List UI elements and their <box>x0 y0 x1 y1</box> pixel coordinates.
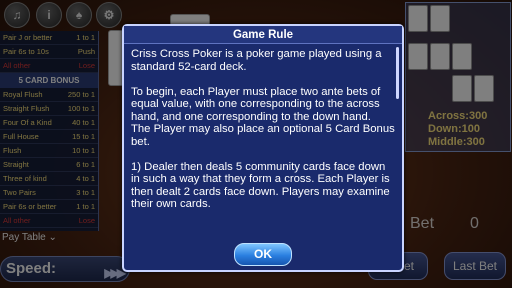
rule-paragraph: Criss Cross Poker is a poker game played… <box>131 48 382 73</box>
ok-button[interactable]: OK <box>234 243 292 266</box>
rule-paragraph: The Player may also place an optional 5 … <box>131 123 395 148</box>
dialog-title: Game Rule <box>232 29 294 41</box>
scrollbar[interactable] <box>396 47 399 99</box>
rule-paragraph: To begin, each Player must place two ant… <box>131 85 381 123</box>
rule-paragraph: 1) Dealer then deals 5 community cards f… <box>131 160 390 211</box>
game-rule-dialog: Game Rule Criss Cross Poker is a poker g… <box>122 24 404 272</box>
rules-scroll-area[interactable]: Criss Cross Poker is a poker game played… <box>131 48 395 263</box>
